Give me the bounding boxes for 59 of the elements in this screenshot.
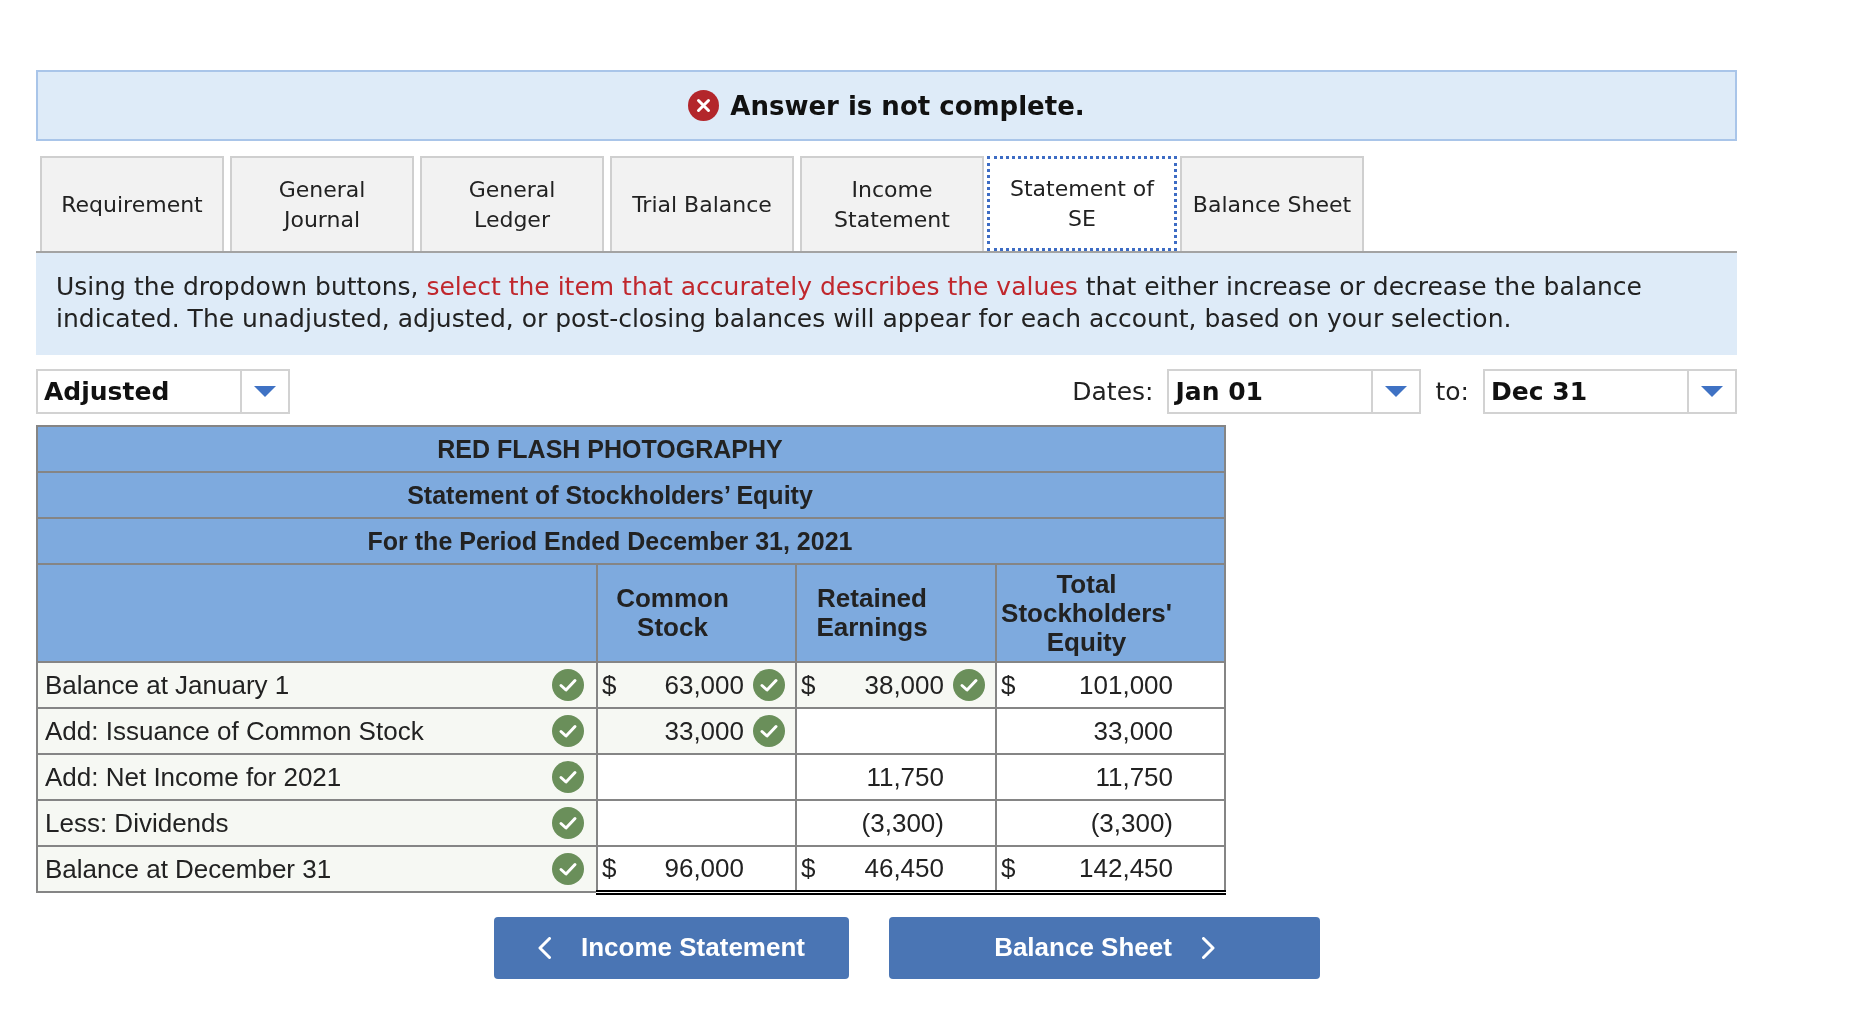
amount: 33,000 [1093, 715, 1174, 747]
instruction-text: Using the dropdown buttons, select the item that accurately describes the values that either increase or decrease the balance indicated. The unadjusted, adjusted, or post-closing balances will appear for each account, based on your selection. [56, 271, 1643, 335]
currency-sign: $ [801, 669, 816, 701]
currency-sign: $ [602, 852, 617, 884]
row-label: Add: Issuance of Common Stock [45, 715, 424, 747]
amount: 46,450 [864, 852, 944, 884]
currency-sign: $ [1001, 852, 1016, 884]
amount: 33,000 [664, 715, 744, 747]
amount: 63,000 [664, 669, 744, 701]
statement-title: RED FLASH PHOTOGRAPHY [37, 426, 1226, 472]
row-label: Balance at January 1 [45, 669, 290, 701]
check-icon [552, 761, 584, 793]
tab[interactable]: General Ledger [420, 156, 604, 251]
check-icon [753, 715, 785, 747]
amount: 96,000 [664, 852, 744, 884]
next-button[interactable]: Balance Sheet [889, 916, 1320, 979]
column-header: Retained Earnings [796, 564, 996, 662]
amount: 38,000 [864, 669, 944, 701]
check-icon [552, 669, 584, 701]
tab[interactable]: Statement of SE [987, 156, 1177, 251]
chevron-left-icon [538, 936, 551, 959]
end-date-dropdown[interactable]: Dec 31 [1483, 369, 1737, 414]
tab[interactable]: Income Statement [800, 156, 984, 251]
tab[interactable]: General Journal [230, 156, 414, 251]
amount: 11,750 [866, 761, 944, 793]
check-icon [753, 669, 785, 701]
error-icon [688, 90, 720, 121]
statement-title: Statement of Stockholders’ Equity [37, 472, 1226, 518]
amount: (3,300) [861, 807, 944, 839]
row-label: Add: Net Income for 2021 [45, 761, 342, 793]
check-icon [953, 669, 985, 701]
check-icon [552, 853, 584, 885]
tab[interactable]: Requirement [40, 156, 224, 251]
dates-label: Dates: [1072, 377, 1154, 406]
check-icon [552, 715, 584, 747]
amount: (3,300) [1090, 807, 1174, 839]
row-label: Balance at December 31 [45, 853, 332, 885]
statement-title: For the Period Ended December 31, 2021 [37, 518, 1226, 564]
row-label: Less: Dividends [45, 807, 229, 839]
column-header: Total Stockholders' Equity [996, 564, 1226, 662]
caret-icon [1701, 386, 1723, 397]
start-date-dropdown[interactable]: Jan 01 [1167, 369, 1422, 414]
column-header: Common Stock [597, 564, 796, 662]
caret-icon [254, 386, 276, 397]
tab[interactable]: Trial Balance [610, 156, 794, 251]
alert-message: Answer is not complete. [730, 90, 1085, 121]
tab[interactable]: Balance Sheet [1180, 156, 1364, 251]
chevron-right-icon [1201, 936, 1215, 959]
amount: 11,750 [1095, 761, 1174, 793]
currency-sign: $ [1001, 669, 1016, 701]
check-icon [552, 807, 584, 839]
amount: 142,450 [1079, 852, 1174, 884]
balance-type-dropdown[interactable]: Adjusted [36, 369, 290, 414]
previous-button[interactable]: Income Statement [494, 916, 849, 979]
caret-icon [1385, 386, 1408, 397]
currency-sign: $ [801, 852, 816, 884]
amount: 101,000 [1079, 669, 1174, 701]
to-label: to: [1435, 377, 1469, 406]
currency-sign: $ [602, 669, 617, 701]
